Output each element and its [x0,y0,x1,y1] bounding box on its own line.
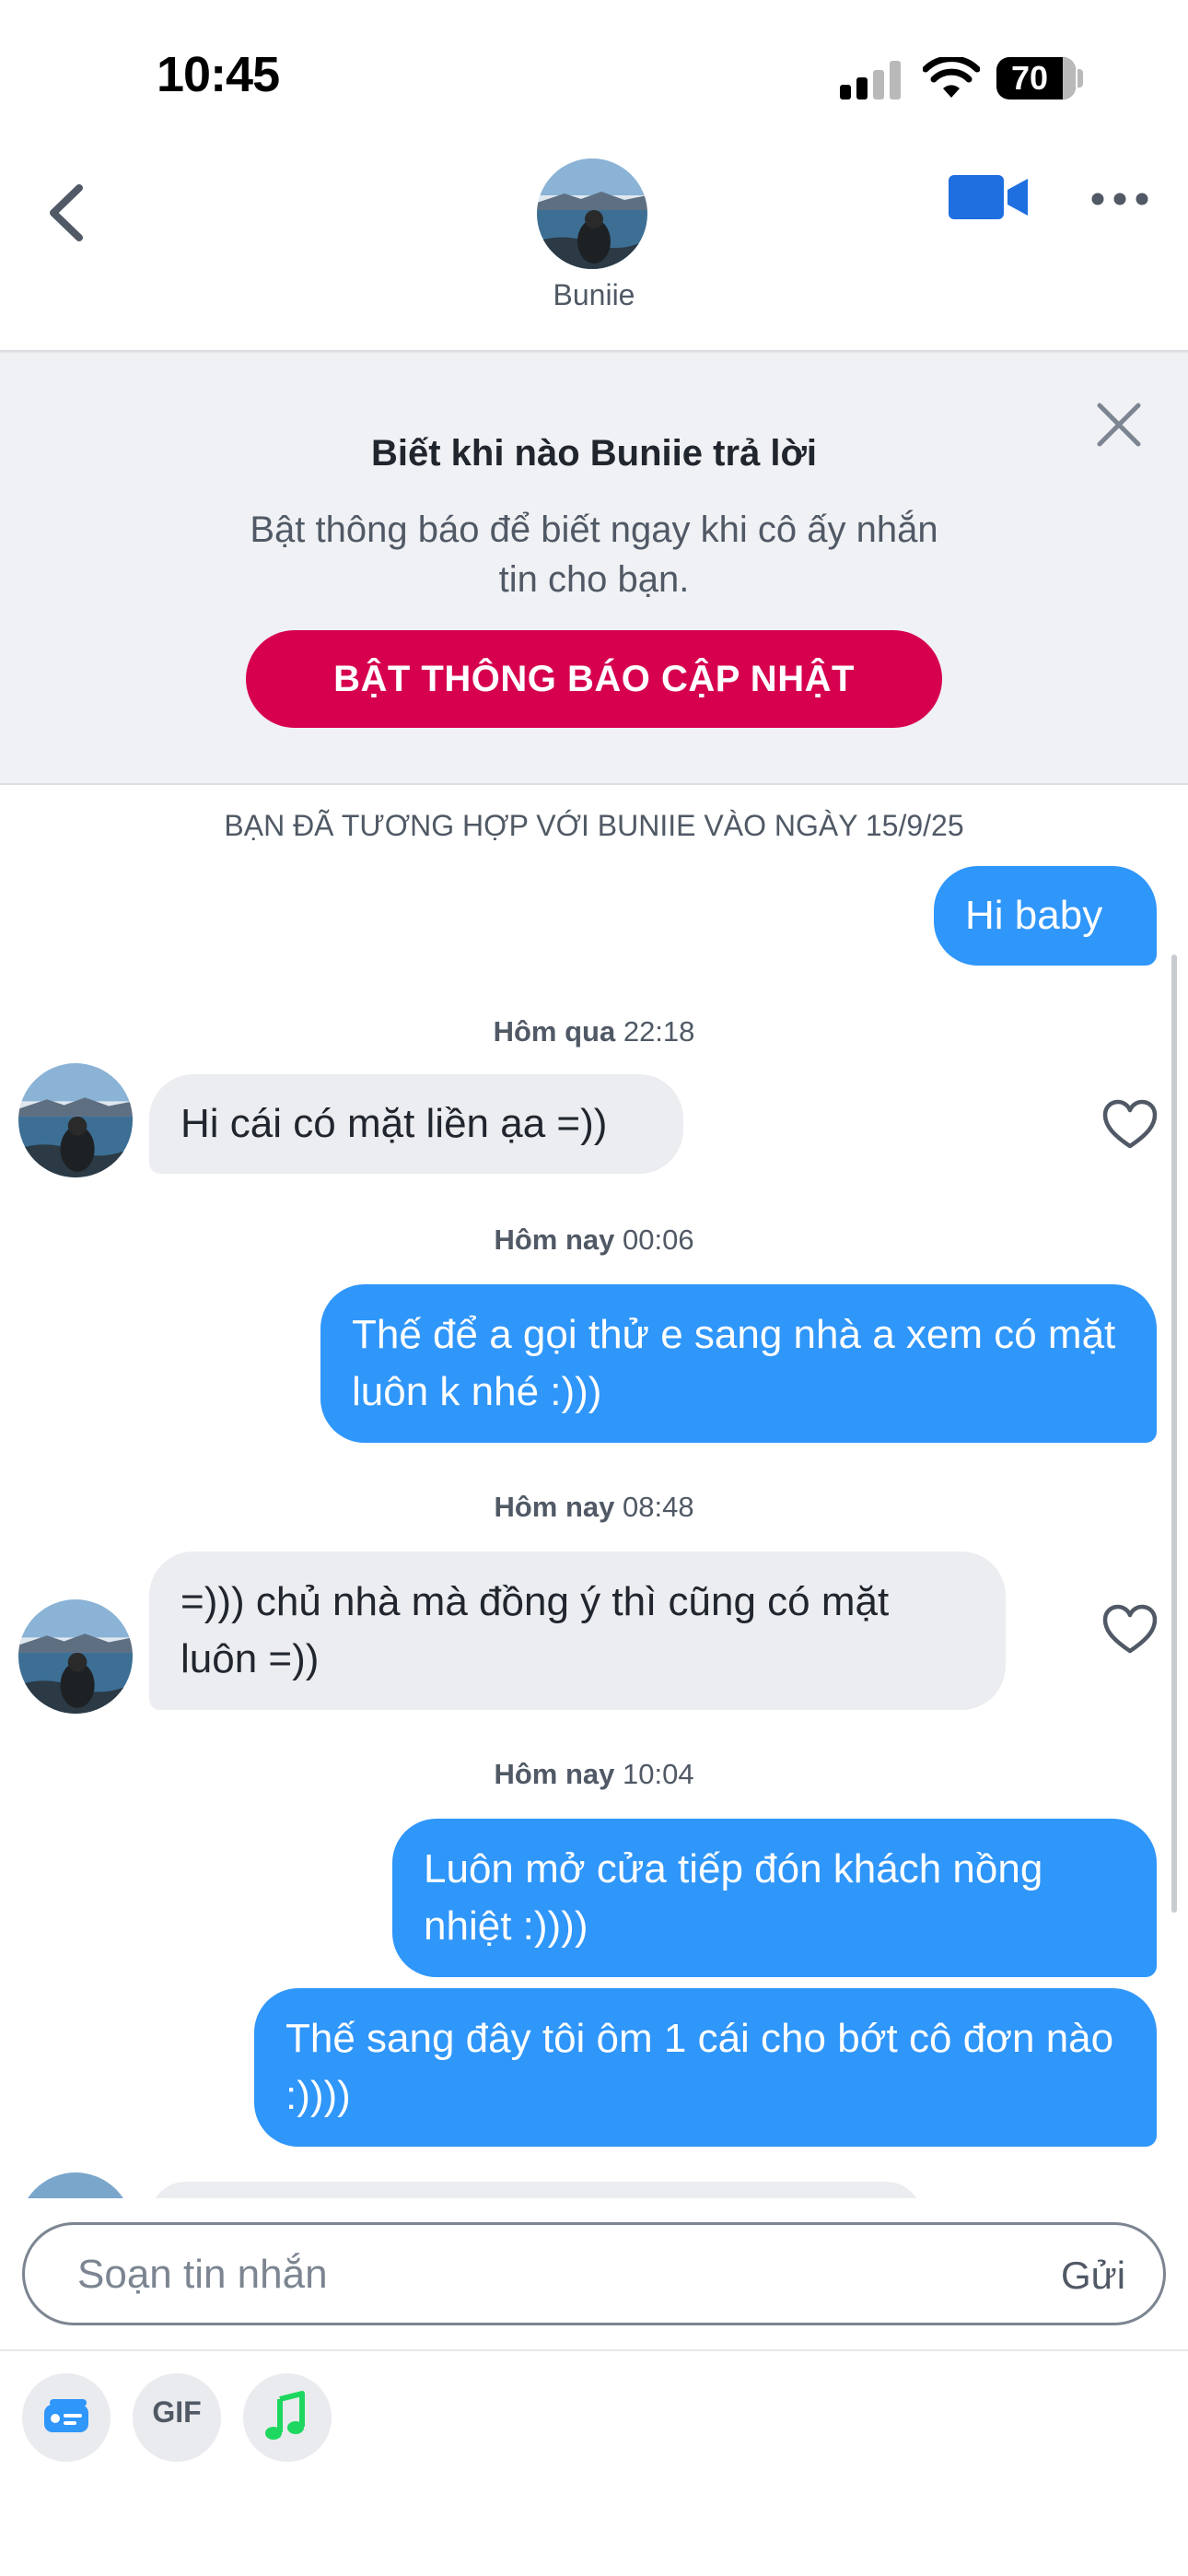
like-heart-icon[interactable] [1101,1603,1159,1657]
battery-cap [1077,69,1083,88]
incoming-message[interactable]: Hi cái có mặt liền ạa =)) [149,1074,683,1174]
enable-notifications-button[interactable]: BẬT THÔNG BÁO CẬP NHẬT [246,630,942,728]
timestamp-time: 22:18 [623,1015,695,1048]
battery-level: 70 [1010,59,1049,97]
cellular-signal-icon [840,61,904,100]
timestamp-time: 10:04 [622,1758,694,1790]
status-time: 10:45 [157,47,280,102]
video-call-button[interactable] [949,171,1030,223]
wifi-icon [923,57,980,98]
outgoing-message[interactable]: Thế để a gọi thử e sang nhà a xem có mặt… [320,1284,1157,1443]
incoming-message[interactable]: =))) chủ nhà mà đồng ý thì cũng có mặt l… [149,1551,1006,1710]
profile-avatar[interactable] [537,158,647,269]
timestamp-day: Hôm nay [494,1758,615,1790]
sticker-button[interactable] [22,2373,111,2462]
send-button[interactable]: Gửi [1061,2254,1125,2298]
timestamp-time: 00:06 [622,1224,694,1256]
back-button[interactable] [39,181,94,245]
like-heart-icon[interactable] [1101,1098,1159,1152]
timestamp-day: Hôm nay [494,1224,615,1256]
outgoing-message[interactable]: Hi baby [934,866,1157,966]
timestamp: Hôm qua 22:18 [0,1015,1188,1048]
sender-avatar[interactable] [18,1599,133,1714]
message-input-placeholder: Soạn tin nhắn [77,2252,328,2297]
sender-avatar[interactable] [18,1063,133,1177]
more-options-button[interactable] [1089,182,1151,216]
timestamp-time: 08:48 [622,1491,694,1523]
profile-name[interactable]: Buniie [502,278,686,312]
match-notice: BẠN ĐÃ TƯƠNG HỢP VỚI BUNIIE VÀO NGÀY 15/… [224,809,964,842]
banner-title: Biết khi nào Buniie trả lời [370,433,818,474]
sticker-card-icon [44,2399,88,2432]
outgoing-message[interactable]: Luôn mở cửa tiếp đón khách nồng nhiệt :)… [392,1819,1157,1977]
timestamp: Hôm nay 00:06 [0,1224,1188,1257]
gif-icon: GIF [152,2395,202,2429]
timestamp-day: Hôm nay [494,1491,615,1523]
composer-divider [0,2349,1188,2351]
music-note-icon [265,2391,305,2440]
timestamp: Hôm nay 08:48 [0,1491,1188,1524]
timestamp-day: Hôm qua [493,1015,616,1048]
banner-body: Bật thông báo để biết ngay khi cô ấy nhắ… [250,509,938,600]
battery-icon: 70 [996,57,1076,100]
scrollbar[interactable] [1171,954,1177,1913]
outgoing-message[interactable]: Thế sang đây tôi ôm 1 cái cho bớt cô đơn… [254,1988,1157,2147]
music-button[interactable] [243,2373,332,2462]
timestamp: Hôm nay 10:04 [0,1758,1188,1791]
